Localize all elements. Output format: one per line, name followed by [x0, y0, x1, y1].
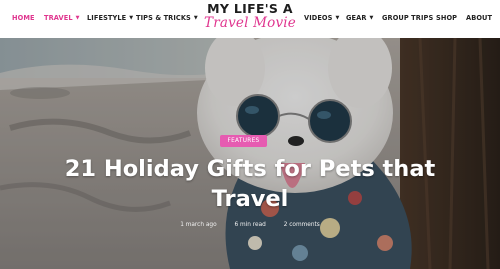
nav-shop[interactable]: SHOP	[436, 14, 457, 22]
nav-about[interactable]: ABOUT	[466, 14, 492, 22]
nav-home[interactable]: HOME	[12, 14, 35, 22]
nav-travel[interactable]: TRAVEL ▼	[44, 14, 80, 22]
read-time: 6 min read	[234, 222, 266, 228]
nav-videos[interactable]: VIDEOS ▼	[304, 14, 339, 22]
nav-lifestyle[interactable]: LIFESTYLE ▼	[87, 14, 133, 22]
chevron-down-icon: ▼	[129, 15, 134, 21]
logo-line-1: MY LIFE'S A	[207, 1, 293, 16]
post-title[interactable]: 21 Holiday Gifts for Pets that Travel	[40, 154, 460, 214]
nav-tips-tricks[interactable]: TIPS & TRICKS ▼	[136, 14, 198, 22]
chevron-down-icon: ▼	[75, 15, 80, 21]
site-header: HOME TRAVEL ▼ LIFESTYLE ▼ TIPS & TRICKS ▼ M…	[0, 0, 500, 38]
logo-line-2: Travel Movie	[203, 15, 296, 31]
nav-gear[interactable]: GEAR ▼	[346, 14, 373, 22]
post-date: 1 march ago	[180, 222, 217, 228]
category-badge[interactable]: Features	[220, 135, 267, 147]
post-meta: 1 march ago 6 min read 2 comments	[0, 222, 500, 228]
nav-group-trips[interactable]: GROUP TRIPS	[382, 14, 433, 22]
chevron-down-icon: ▼	[369, 15, 374, 21]
chevron-down-icon: ▼	[335, 15, 340, 21]
comments-link[interactable]: 2 comments	[284, 222, 320, 228]
site-logo[interactable]: MY LIFE'S A Travel Movie	[195, 0, 305, 38]
hero-banner[interactable]: Features 21 Holiday Gifts for Pets that …	[0, 38, 500, 269]
